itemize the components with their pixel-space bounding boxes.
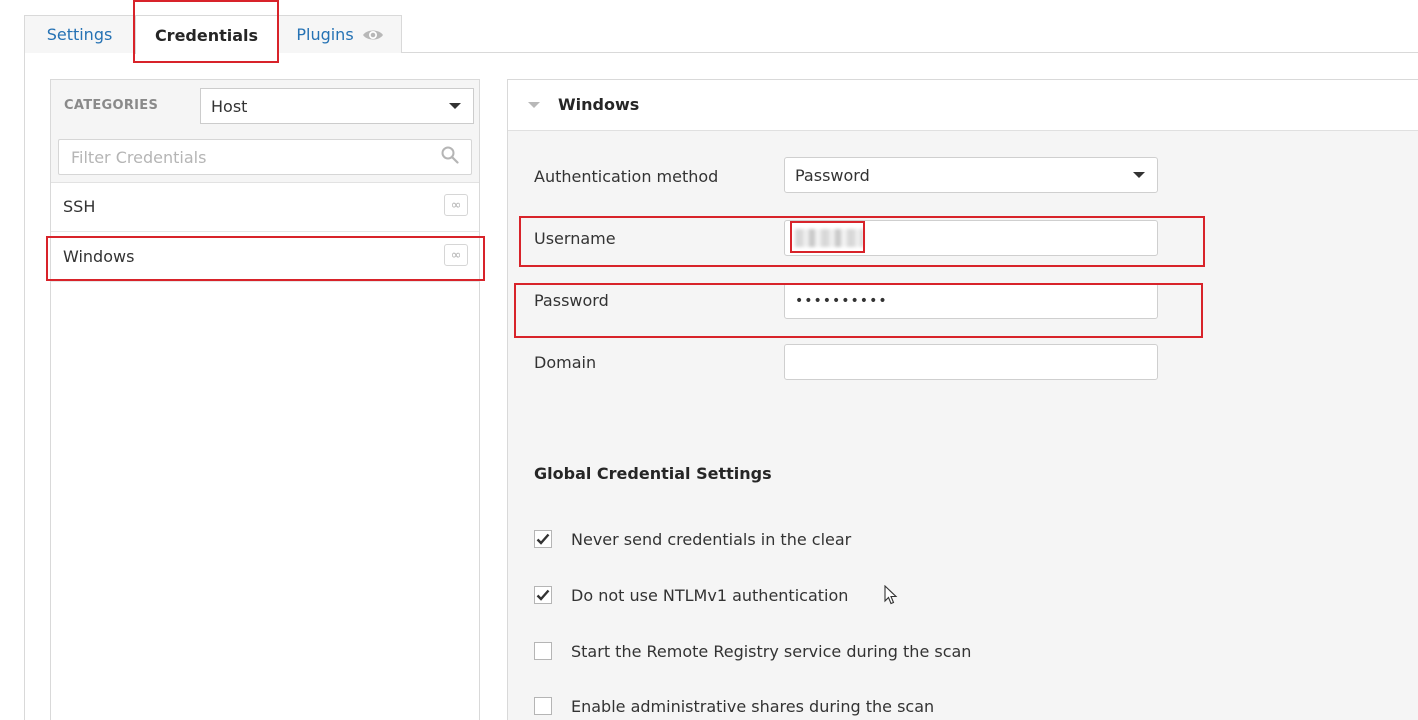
- password-field[interactable]: ••••••••••: [784, 283, 1158, 319]
- username-label: Username: [534, 229, 616, 248]
- password-value: ••••••••••: [795, 293, 888, 309]
- auth-method-label: Authentication method: [534, 167, 719, 186]
- option-admin-shares[interactable]: Enable administrative shares during the …: [534, 695, 934, 717]
- option-label: Do not use NTLMv1 authentication: [571, 585, 849, 605]
- auth-method-select[interactable]: Password: [784, 157, 1158, 193]
- option-label: Enable administrative shares during the …: [571, 696, 935, 716]
- category-select[interactable]: Host: [200, 88, 474, 124]
- password-label: Password: [534, 291, 609, 310]
- global-settings-title: Global Credential Settings: [534, 464, 772, 483]
- credential-item-ssh[interactable]: SSH ∞: [51, 182, 479, 232]
- username-field[interactable]: [784, 220, 1158, 256]
- categories-label: CATEGORIES: [64, 98, 159, 113]
- eye-icon[interactable]: [362, 28, 384, 42]
- section-header[interactable]: Windows: [508, 80, 1418, 131]
- tab-settings-label: Settings: [46, 25, 113, 44]
- checkbox-checked[interactable]: [534, 586, 552, 604]
- tab-credentials-label: Credentials: [154, 25, 259, 45]
- credential-categories-panel: CATEGORIES Host SSH ∞ Windows ∞: [50, 79, 480, 720]
- credential-item-windows[interactable]: Windows ∞: [51, 232, 479, 282]
- infinity-badge-icon: ∞: [444, 194, 468, 216]
- tab-settings[interactable]: Settings: [24, 15, 135, 53]
- chevron-down-icon: [1133, 172, 1145, 178]
- category-select-value: Host: [211, 96, 248, 116]
- option-never-send-clear[interactable]: Never send credentials in the clear: [534, 528, 851, 550]
- mouse-cursor-icon: [884, 584, 898, 609]
- search-icon[interactable]: [441, 146, 459, 168]
- redacted-username: [795, 229, 863, 247]
- credential-item-label: Windows: [63, 247, 135, 266]
- credential-item-label: SSH: [63, 197, 96, 216]
- filter-bar: [51, 131, 479, 183]
- option-label: Never send credentials in the clear: [571, 529, 852, 549]
- tab-plugins[interactable]: Plugins: [278, 15, 402, 53]
- tab-credentials[interactable]: Credentials: [135, 15, 278, 54]
- checkbox-checked[interactable]: [534, 530, 552, 548]
- tab-plugins-label: Plugins: [296, 25, 354, 44]
- windows-credential-form: Windows Authentication method Password U…: [507, 79, 1418, 720]
- domain-field[interactable]: [784, 344, 1158, 380]
- filter-credentials-input[interactable]: [58, 139, 472, 175]
- checkbox-unchecked[interactable]: [534, 697, 552, 715]
- checkbox-unchecked[interactable]: [534, 642, 552, 660]
- chevron-down-icon: [449, 103, 461, 109]
- option-remote-registry[interactable]: Start the Remote Registry service during…: [534, 640, 971, 662]
- auth-method-value: Password: [795, 165, 870, 185]
- option-label: Start the Remote Registry service during…: [571, 641, 972, 661]
- domain-label: Domain: [534, 353, 597, 372]
- categories-header: CATEGORIES Host: [51, 80, 479, 132]
- option-no-ntlmv1[interactable]: Do not use NTLMv1 authentication: [534, 584, 848, 606]
- collapse-caret-icon[interactable]: [528, 102, 540, 108]
- section-title: Windows: [558, 95, 640, 114]
- scan-editor: Settings Credentials Plugins CATEGORIES …: [0, 0, 1418, 720]
- infinity-badge-icon: ∞: [444, 244, 468, 266]
